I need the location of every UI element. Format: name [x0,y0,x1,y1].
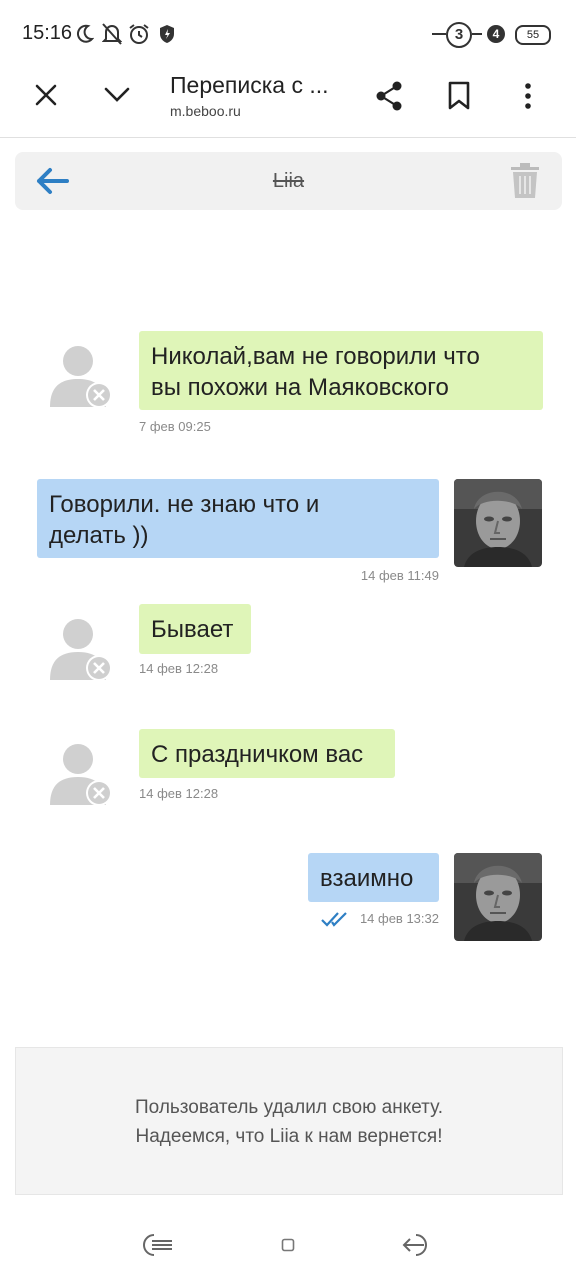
sim-indicator [432,33,446,35]
message-text-line: Николай,вам не говорили что [151,343,480,370]
message-bubble: Говорили. не знаю что и делать )) [37,479,439,558]
status-time: 15:16 [22,22,73,44]
message-time: 14 фев 11:49 [360,568,439,583]
message-time: 14 фев 12:28 [139,786,219,801]
message-time: 7 фев 09:25 [139,419,211,434]
home-icon[interactable] [281,1238,295,1252]
message-bubble: С праздничком вас [139,729,395,778]
deleted-profile-notice: Пользователь удалил свою анкету. Надеемс… [15,1047,563,1195]
bookmark-icon[interactable] [447,81,471,111]
back-icon[interactable] [402,1231,438,1259]
close-icon[interactable] [34,83,58,107]
battery-indicator: 55 [515,25,551,45]
sim-badge: 3 [446,22,472,48]
message-text-line: С праздничком вас [151,741,364,768]
message-text-line: делать )) [49,522,149,549]
message-bubble: Бывает [139,604,251,654]
contact-name: Liia [272,170,305,192]
message-text-line: взаимно [320,865,414,892]
chevron-down-icon[interactable] [103,85,131,105]
toolbar-divider [0,137,576,138]
message-text-line: Говорили. не знаю что и [49,491,320,518]
sim-indicator-right [472,33,482,35]
user-photo-avatar[interactable] [454,853,542,941]
trash-icon[interactable] [510,163,540,199]
deleted-user-avatar [50,619,112,681]
message-bubble: Николай,вам не говорили что вы похожи на… [139,331,543,410]
chat-header: Liia [15,152,562,210]
alarm-icon [129,24,149,44]
shield-icon [160,25,174,43]
page-title: Переписка с ... [170,72,329,98]
message-time: 14 фев 13:32 [359,911,439,926]
moon-icon [77,24,94,43]
share-icon[interactable] [374,80,404,112]
more-vert-icon[interactable] [522,82,534,110]
message-text-line: вы похожи на Маяковского [151,374,449,401]
deleted-user-avatar [50,346,112,408]
notice-line: Надеемся, что Liia к нам вернется! [135,1126,443,1147]
user-photo-avatar[interactable] [454,479,542,567]
bell-off-icon [102,23,122,45]
message-time: 14 фев 12:28 [139,661,219,676]
message-bubble: взаимно [308,853,439,902]
message-text-line: Бывает [151,616,234,643]
deleted-user-avatar [50,744,112,806]
signal-badge: 4 [487,25,505,43]
notice-line: Пользователь удалил свою анкету. [135,1097,443,1118]
page-url: m.beboo.ru [170,103,241,119]
recents-icon[interactable] [140,1232,174,1258]
